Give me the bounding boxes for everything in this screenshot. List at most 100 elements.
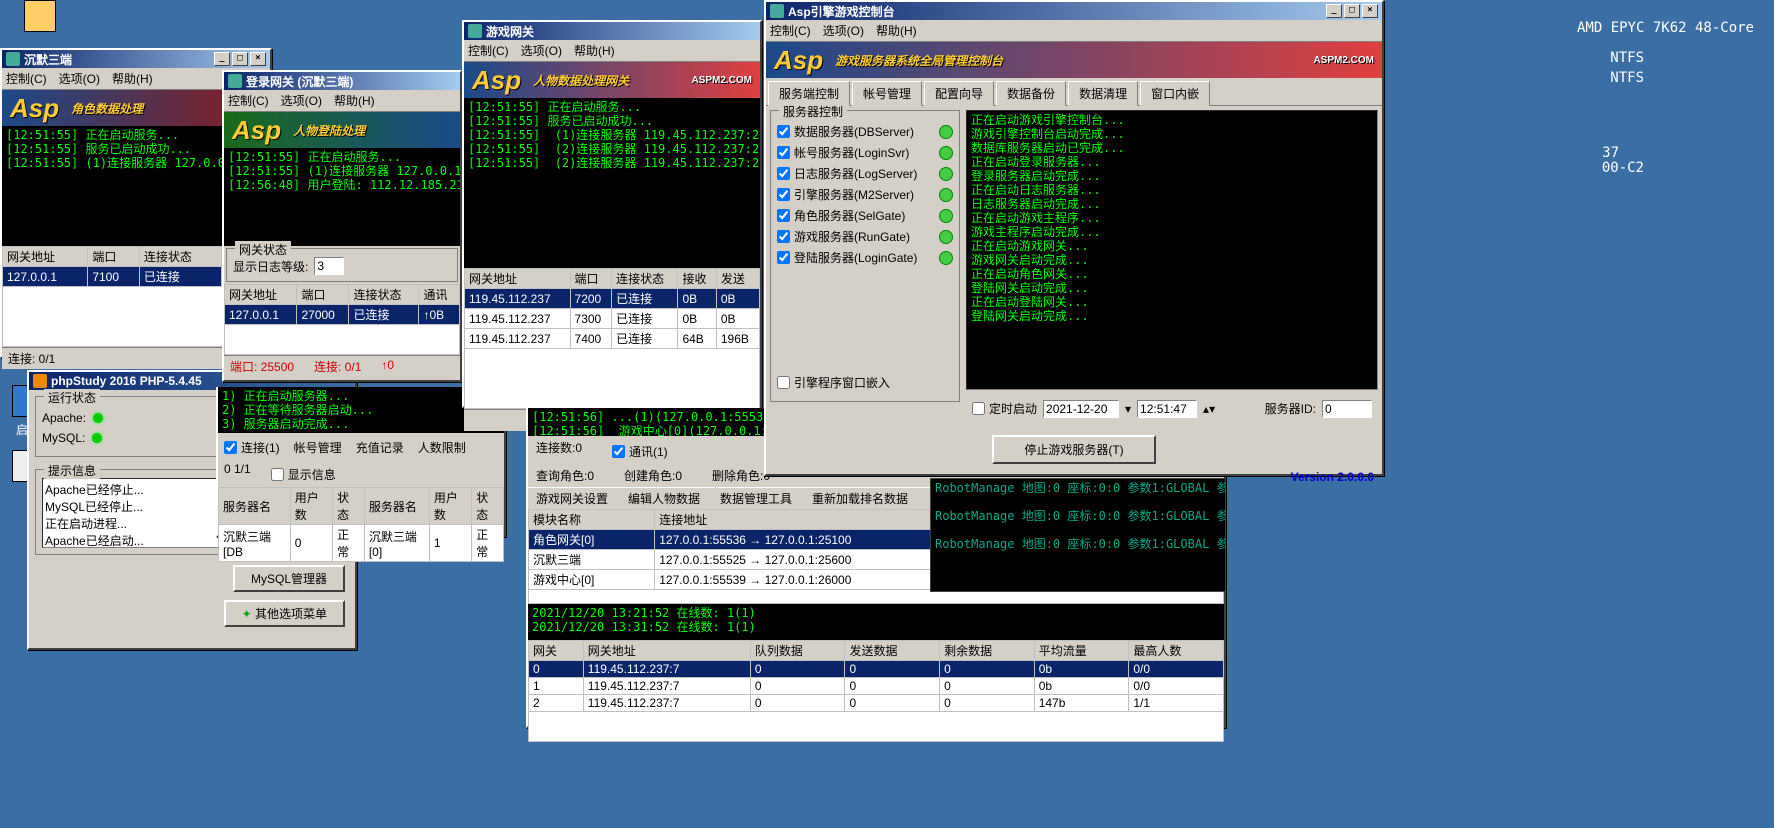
table-row[interactable]: 119.45.112.2377200已连接0B0B — [465, 289, 760, 309]
val2: 00-C2 — [1602, 160, 1644, 176]
banner-text: 角色数据处理 — [71, 100, 143, 117]
tab-config[interactable]: 配置向导 — [924, 81, 994, 106]
server-logingate[interactable]: 登陆服务器(LoginGate) — [777, 249, 953, 266]
server-selgate[interactable]: 角色服务器(SelGate) — [777, 207, 953, 224]
server-m2server[interactable]: 引擎服务器(M2Server) — [777, 186, 953, 203]
tab-backup[interactable]: 数据备份 — [996, 81, 1066, 106]
log-console: [12:51:55] 正在启动服务... [12:51:55] (1)连接服务器… — [224, 148, 460, 246]
window-asp-console: Asp引擎游戏控制台_□× 控制(C)选项(O)帮助(H) Asp游戏服务器系统… — [764, 0, 1384, 476]
asp-logo: Asp — [232, 115, 281, 146]
mysql-led — [92, 433, 102, 443]
close-button[interactable]: × — [250, 52, 266, 66]
server-loginsvr[interactable]: 帐号服务器(LoginSvr) — [777, 144, 953, 161]
banner-url: ASPM2.COM — [691, 75, 752, 86]
count: 0 1/1 — [224, 462, 251, 487]
tab-account[interactable]: 帐号管理 — [852, 81, 922, 106]
spinner-icon[interactable]: ▴▾ — [1203, 402, 1215, 416]
minimize-button[interactable]: _ — [214, 52, 230, 66]
fs-info1: NTFS — [1610, 50, 1644, 66]
gk-label: 网关状态 — [235, 241, 291, 258]
app-icon — [228, 74, 242, 88]
banner-text: 人物登陆处理 — [293, 122, 365, 139]
serverid-input[interactable] — [1322, 400, 1372, 418]
gateway-stats-table: 网关网关地址队列数据发送数据剩余数据平均流量最高人数 0119.45.112.2… — [528, 640, 1224, 742]
run-status-label: 运行状态 — [44, 389, 100, 406]
check-icon — [939, 230, 953, 244]
val1: 37 — [1602, 145, 1619, 161]
log-console: [12:51:55] 正在启动服务... [12:51:55] 服务已启动成功.… — [464, 98, 760, 268]
check-icon — [939, 146, 953, 160]
desktop-icon-1[interactable] — [20, 0, 60, 36]
engine-log: 正在启动游戏引擎控制台... 游戏引擎控制台启动完成... 数据库服务器启动已完… — [966, 110, 1378, 390]
close-button[interactable]: × — [1362, 4, 1378, 18]
app-icon — [770, 4, 784, 18]
title: 沉默三端 — [24, 51, 214, 68]
time-log: 2021/12/20 13:21:52 在线数: 1(1) 2021/12/20… — [528, 604, 1224, 640]
fs-info2: NTFS — [1610, 70, 1644, 86]
loglevel-input[interactable] — [314, 257, 344, 275]
status: 连接: 0/1 — [8, 350, 55, 367]
time-input[interactable] — [1137, 400, 1197, 418]
tab-charge[interactable]: 充值记录 — [356, 439, 404, 456]
window-server-status: 1) 正在启动服务器... 2) 正在等待服务器启动... 3) 服务器启动完成… — [216, 387, 506, 537]
window-login-gateway: 登录网关 (沉默三端) 控制(C)选项(O)帮助(H) Asp人物登陆处理 [1… — [222, 70, 462, 382]
table-row[interactable]: 0119.45.112.237:70000b0/0 — [529, 661, 1224, 678]
mysql-label: MySQL: — [42, 431, 85, 445]
stop-server-button[interactable]: 停止游戏服务器(T) — [992, 435, 1155, 464]
btn-gwset[interactable]: 游戏网关设置 — [536, 490, 608, 507]
timed-start-checkbox[interactable]: 定时启动 — [972, 400, 1037, 417]
serverid-label: 服务器ID: — [1265, 400, 1316, 417]
maximize-button[interactable]: □ — [1344, 4, 1360, 18]
gateway-table: 网关地址端口连接状态通讯127.0.0.127000已连接↑0B — [224, 284, 460, 355]
tab-bar: 服务端控制 帐号管理 配置向导 数据备份 数据清理 窗口内嵌 — [766, 78, 1382, 106]
table-row[interactable]: 119.45.112.2377300已连接0B0B — [465, 309, 760, 329]
server-table: 服务器名用户数状态服务器名用户数状态沉默三端[DB0正常沉默三端[0]1正常 — [218, 487, 504, 562]
btn-datamgr[interactable]: 数据管理工具 — [720, 490, 792, 507]
asp-logo: Asp — [10, 93, 59, 124]
tab-embed[interactable]: 窗口内嵌 — [1140, 81, 1210, 106]
sb-up: ↑0 — [381, 358, 394, 375]
loglevel-label: 显示日志等级: — [233, 258, 308, 275]
show-checkbox[interactable]: 显示信息 — [271, 466, 336, 483]
info-label: 提示信息 — [44, 462, 100, 479]
server-dbserver[interactable]: 数据服务器(DBServer) — [777, 123, 953, 140]
title: 登录网关 (沉默三端) — [246, 73, 456, 90]
title: 游戏网关 — [486, 23, 756, 40]
date-input[interactable] — [1043, 400, 1119, 418]
check-icon — [939, 209, 953, 223]
mysql-manager-button[interactable]: MySQL管理器 — [233, 565, 345, 592]
table-row[interactable]: 127.0.0.127000已连接↑0B — [225, 305, 460, 325]
sb-conn: 连接: 0/1 — [314, 358, 361, 375]
window-game-gateway: 游戏网关 控制(C)选项(O)帮助(H) Asp人物数据处理网关ASPM2.CO… — [462, 20, 762, 408]
cpu-info: AMD EPYC 7K62 48-Core — [1577, 20, 1754, 36]
asp-logo: Asp — [472, 65, 521, 96]
table-row[interactable]: 2119.45.112.237:7000147b1/1 — [529, 695, 1224, 712]
asp-logo: Asp — [774, 45, 823, 76]
robot-log: RobotManage 地图:0 座标:0:0 参数1:GLOBAL 参数2:行… — [930, 478, 1226, 592]
app-icon — [468, 24, 482, 38]
minimize-button[interactable]: _ — [1326, 4, 1342, 18]
check-icon — [939, 125, 953, 139]
check-icon — [939, 188, 953, 202]
banner-text: 游戏服务器系统全局管理控制台 — [835, 52, 1003, 69]
server-control-label: 服务器控制 — [779, 103, 847, 120]
dropdown-icon[interactable]: ▾ — [1125, 402, 1131, 416]
server-rungate[interactable]: 游戏服务器(RunGate) — [777, 228, 953, 245]
embed-checkbox[interactable]: 引擎程序窗口嵌入 — [777, 374, 953, 391]
apache-label: Apache: — [42, 411, 86, 425]
table-row[interactable]: 119.45.112.2377400已连接64B196B — [465, 329, 760, 349]
maximize-button[interactable]: □ — [232, 52, 248, 66]
app-icon — [33, 374, 47, 388]
btn-reload[interactable]: 重新加载排名数据 — [812, 490, 908, 507]
btn-editchar[interactable]: 编辑人物数据 — [628, 490, 700, 507]
conn-checkbox[interactable]: 连接(1) — [224, 439, 280, 456]
tab-clean[interactable]: 数据清理 — [1068, 81, 1138, 106]
check-icon — [939, 251, 953, 265]
other-options-button[interactable]: ✦ 其他选项菜单 — [224, 600, 345, 627]
table-row[interactable]: 1119.45.112.237:70000b0/0 — [529, 678, 1224, 695]
version-label: Version 2.0.0.0 — [766, 468, 1382, 486]
tab-acct[interactable]: 帐号管理 — [294, 439, 342, 456]
server-logserver[interactable]: 日志服务器(LogServer) — [777, 165, 953, 182]
table-row[interactable]: 沉默三端[DB0正常沉默三端[0]1正常 — [219, 525, 504, 562]
tab-limit[interactable]: 人数限制 — [418, 439, 466, 456]
